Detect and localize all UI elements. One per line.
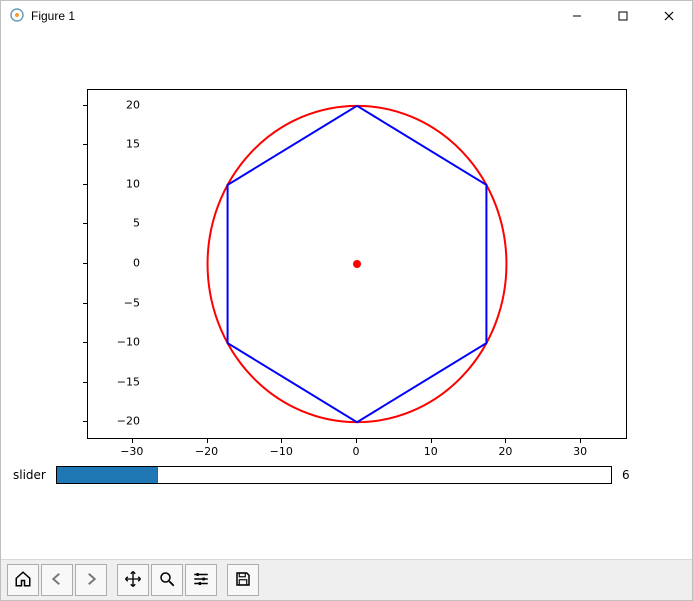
back-button[interactable] [41,564,73,596]
minimize-button[interactable] [554,1,600,31]
save-button[interactable] [227,564,259,596]
x-tick-label: −30 [112,445,152,458]
home-icon [14,570,32,591]
figure-window: Figure 1 −20 −15 −10 −5 0 5 10 15 20 −30 −20 −10 0 1… [0,0,693,601]
pan-button[interactable] [117,564,149,596]
x-tick-label: 0 [336,445,376,458]
center-point [353,260,361,268]
x-tick [281,439,282,443]
app-icon [9,7,25,26]
x-tick [356,439,357,443]
arrow-left-icon [48,570,66,591]
configure-subplots-button[interactable] [185,564,217,596]
titlebar: Figure 1 [1,1,692,32]
x-tick-label: −20 [187,445,227,458]
y-tick-label: −20 [100,415,140,428]
x-tick [431,439,432,443]
slider-row: slider 6 [13,463,642,487]
axes[interactable] [87,89,627,439]
slider-track[interactable] [56,466,612,484]
move-icon [124,570,142,591]
x-tick-label: 10 [411,445,451,458]
magnifier-icon [158,570,176,591]
slider-value: 6 [622,468,642,482]
y-tick-label: 5 [100,217,140,230]
y-tick [83,342,87,343]
sliders-icon [192,570,210,591]
y-tick [83,144,87,145]
y-tick-label: −5 [100,296,140,309]
x-tick-label: 30 [560,445,600,458]
titlebar-left: Figure 1 [9,7,75,26]
x-tick [505,439,506,443]
x-tick [207,439,208,443]
x-tick-label: 20 [485,445,525,458]
close-button[interactable] [646,1,692,31]
y-tick-label: −15 [100,375,140,388]
forward-button[interactable] [75,564,107,596]
slider-fill [57,467,157,483]
home-button[interactable] [7,564,39,596]
y-tick-label: 20 [100,98,140,111]
plot-svg [88,90,626,438]
x-tick-label: −10 [261,445,301,458]
y-tick-label: 15 [100,138,140,151]
y-tick [83,223,87,224]
window-title: Figure 1 [31,9,75,23]
y-tick [83,263,87,264]
y-tick-label: −10 [100,336,140,349]
y-tick [83,303,87,304]
save-icon [234,570,252,591]
titlebar-buttons [554,1,692,31]
maximize-button[interactable] [600,1,646,31]
slider-label: slider [13,468,46,482]
figure-canvas: −20 −15 −10 −5 0 5 10 15 20 −30 −20 −10 0 10 20 30 sli… [1,31,692,560]
arrow-right-icon [82,570,100,591]
zoom-button[interactable] [151,564,183,596]
x-tick [580,439,581,443]
y-tick [83,184,87,185]
y-tick [83,382,87,383]
navigation-toolbar [1,559,692,600]
y-tick [83,421,87,422]
y-tick-label: 10 [100,177,140,190]
y-tick [83,105,87,106]
x-tick [132,439,133,443]
y-tick-label: 0 [100,257,140,270]
slider-marker [157,467,158,483]
